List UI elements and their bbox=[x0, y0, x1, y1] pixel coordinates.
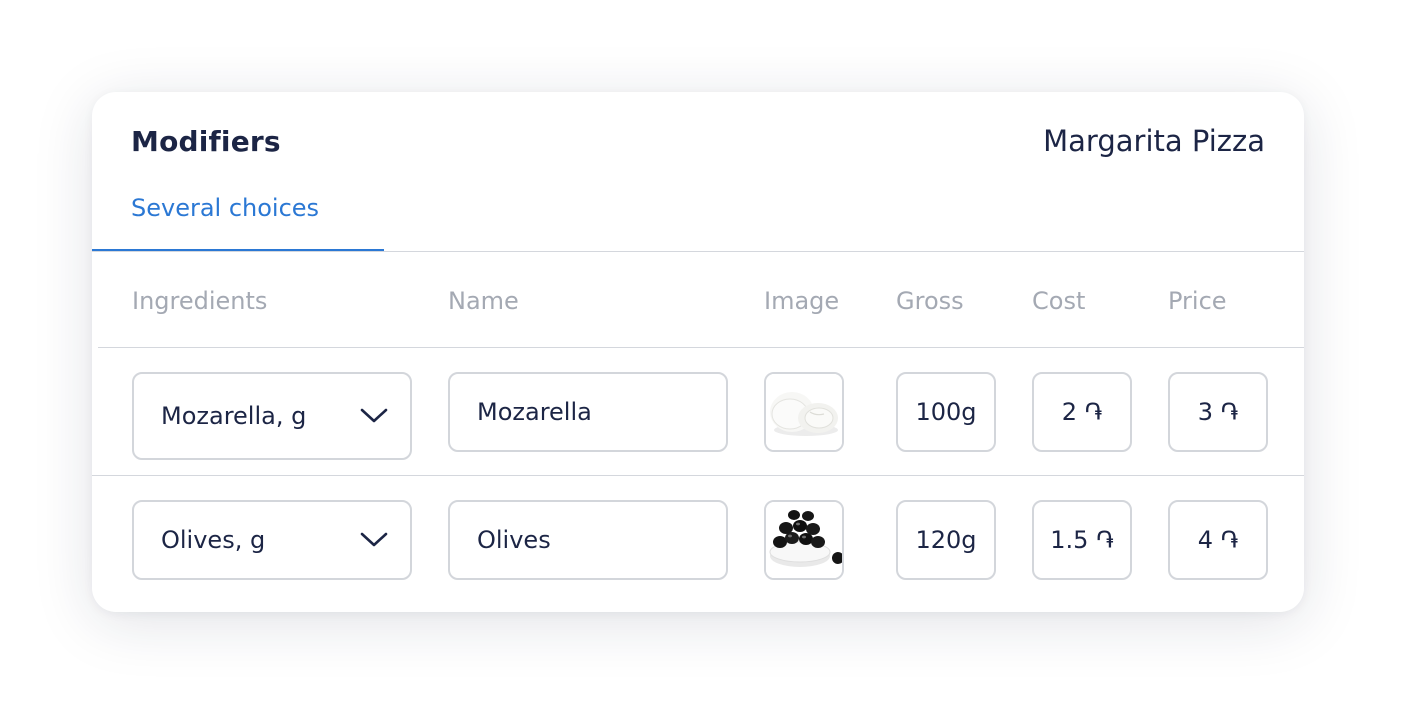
olives-image-icon bbox=[766, 502, 842, 578]
column-header-gross: Gross bbox=[896, 287, 964, 315]
ingredient-select-value: Olives, g bbox=[161, 526, 266, 554]
price-field[interactable]: 4 ֏ bbox=[1168, 500, 1268, 580]
column-header-cost: Cost bbox=[1032, 287, 1086, 315]
chevron-down-icon bbox=[360, 532, 388, 547]
card-title: Modifiers bbox=[131, 125, 281, 158]
product-name: Margarita Pizza bbox=[1043, 124, 1265, 158]
gross-field[interactable]: 120g bbox=[896, 500, 996, 580]
name-field[interactable]: Mozarella bbox=[448, 372, 728, 452]
name-field-value: Olives bbox=[477, 526, 551, 554]
name-field[interactable]: Olives bbox=[448, 500, 728, 580]
cost-field[interactable]: 1.5 ֏ bbox=[1032, 500, 1132, 580]
olives-image[interactable] bbox=[764, 500, 844, 580]
price-field[interactable]: 3 ֏ bbox=[1168, 372, 1268, 452]
column-header-price: Price bbox=[1168, 287, 1227, 315]
price-field-value: 4 ֏ bbox=[1197, 526, 1239, 554]
gross-field[interactable]: 100g bbox=[896, 372, 996, 452]
column-header-image: Image bbox=[764, 287, 840, 315]
cost-field-value: 1.5 ֏ bbox=[1050, 526, 1114, 554]
gross-field-value: 120g bbox=[915, 526, 977, 554]
header-divider bbox=[98, 347, 1304, 348]
tabs-divider bbox=[92, 251, 1304, 252]
row-divider bbox=[92, 475, 1304, 476]
ingredient-select[interactable]: Olives, g bbox=[132, 500, 412, 580]
cost-field-value: 2 ֏ bbox=[1061, 398, 1103, 426]
ingredient-select[interactable]: Mozarella, g bbox=[132, 372, 412, 460]
modifiers-card: Modifiers Margarita Pizza Several choice… bbox=[92, 92, 1304, 612]
price-field-value: 3 ֏ bbox=[1197, 398, 1239, 426]
column-header-name: Name bbox=[448, 287, 519, 315]
cost-field[interactable]: 2 ֏ bbox=[1032, 372, 1132, 452]
column-header-ingredients: Ingredients bbox=[132, 287, 268, 315]
mozzarella-image-icon bbox=[766, 374, 842, 450]
chevron-down-icon bbox=[360, 408, 388, 423]
gross-field-value: 100g bbox=[915, 398, 977, 426]
mozzarella-image[interactable] bbox=[764, 372, 844, 452]
ingredient-select-value: Mozarella, g bbox=[161, 402, 307, 430]
name-field-value: Mozarella bbox=[477, 398, 592, 426]
tab-several-choices[interactable]: Several choices bbox=[131, 194, 319, 222]
